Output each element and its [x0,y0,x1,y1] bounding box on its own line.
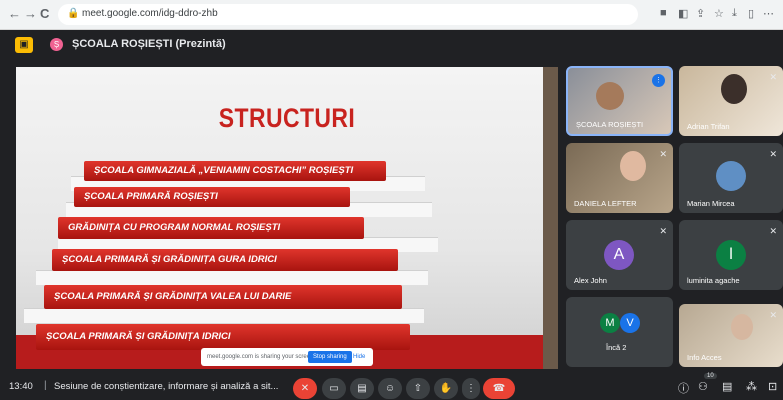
separator: | [44,380,47,391]
hide-button[interactable]: Hide [353,348,365,366]
download-icon[interactable]: ⤓ [732,7,737,20]
participant-avatar: A [604,240,634,270]
presenter-title: ȘCOALA ROȘIEȘTI (Prezintă) [72,38,226,50]
participant-count-badge: 10 [704,373,717,379]
mic-off-icon: ✕ [769,226,777,236]
back-icon[interactable]: ← [8,6,21,22]
extensions-icon[interactable]: ⋯ [763,7,774,20]
participant-tile[interactable]: ✕ DANIELA LEFTER [566,143,673,213]
participant-tile[interactable]: A ✕ Alex John [566,220,673,290]
mic-off-icon: ✕ [769,149,777,159]
presenter-avatar: Ș [50,38,63,51]
raise-hand-button[interactable]: ✋ [434,378,458,399]
participant-name: Alex John [574,276,607,285]
people-icon[interactable]: ⚇ [698,380,708,393]
participant-tile[interactable]: ✕ Info Acces [679,304,783,367]
leave-call-button[interactable]: ☎ [483,378,515,399]
bookmark-star-icon[interactable]: ☆ [714,7,724,20]
meeting-name: Sesiune de conștientizare, informare și … [54,381,279,392]
participant-name: luminita agache [687,276,740,285]
emoji-button[interactable]: ☺ [378,378,402,399]
reload-icon[interactable]: C [40,6,49,22]
meeting-time: 13:40 [9,381,33,392]
structure-step: ȘCOALA PRIMARĂ ȘI GRĂDINIȚA VALEA LUI DA… [44,285,402,309]
window-icon[interactable]: ▯ [748,7,754,20]
participant-name: ȘCOALA ROȘIEȘTI [576,120,644,129]
activities-icon[interactable]: ⁂ [746,380,757,393]
stop-sharing-button[interactable]: Stop sharing [308,351,352,363]
participant-name: Info Acces [687,353,722,362]
participant-avatar: M [600,313,620,333]
structure-step: ȘCOALA PRIMARĂ ȘI GRĂDINIȚA GURA IDRICI [52,249,398,271]
structure-step: ȘCOALA GIMNAZIALĂ „VENIAMIN COSTACHI” RO… [84,161,386,181]
participant-name: Marian Mircea [687,199,735,208]
slide-title: STRUCTURI [218,103,356,133]
more-options-button[interactable]: ⋮ [462,378,480,399]
sharing-notification: meet.google.com is sharing your screen. … [201,348,373,366]
more-participants-tile[interactable]: M V Încă 2 [566,297,673,367]
mic-off-button[interactable]: ✕ [293,378,317,399]
captions-button[interactable]: ▤ [350,378,374,399]
present-button[interactable]: ⇧ [406,378,430,399]
participant-tile[interactable]: ✕ Marian Mircea [679,143,783,213]
stair-ledge [36,270,428,285]
participant-video [620,151,646,181]
structure-step: GRĂDINIȚA CU PROGRAM NORMAL ROȘIEȘTI [58,217,364,239]
sharing-message: meet.google.com is sharing your screen. [207,354,316,360]
participant-video [721,74,747,104]
more-participants-label: Încă 2 [606,343,627,352]
mic-off-icon: ✕ [659,226,667,236]
host-controls-icon[interactable]: ⊡ [768,380,777,393]
speaking-indicator-icon: ⋮ [652,74,665,87]
participant-name: DANIELA LEFTER [574,199,637,208]
mic-off-icon: ✕ [659,149,667,159]
shared-slide: STRUCTURI ȘCOALA GIMNAZIALĂ „VENIAMIN CO… [16,67,558,369]
browser-toolbar: ← → C 🔒 meet.google.com/idg-ddro-zhb ■ ◧… [0,0,783,30]
participant-name: Adrian Trifan [687,122,730,131]
participant-tile[interactable]: ✕ Adrian Trifan [679,66,783,136]
participant-video [731,314,753,340]
participant-video [596,82,624,110]
participant-tile[interactable]: ⋮ ȘCOALA ROȘIEȘTI [566,66,673,136]
participant-avatar: V [620,313,640,333]
forward-icon[interactable]: → [24,6,37,22]
mic-off-icon: ✕ [769,72,777,82]
address-bar[interactable]: 🔒 meet.google.com/idg-ddro-zhb [58,4,638,25]
stair-ledge [24,308,424,323]
mic-off-icon: ✕ [769,310,777,320]
structure-step: ȘCOALA PRIMARĂ ROȘIEȘTI [74,187,350,207]
structure-step: ȘCOALA PRIMARĂ ȘI GRĂDINIȚA IDRICI [36,324,410,350]
translate-icon[interactable]: ◧ [678,7,688,20]
slide-edge [543,67,558,369]
url-text[interactable]: meet.google.com/idg-ddro-zhb [82,8,218,19]
camera-permission-icon[interactable]: ■ [660,7,667,19]
share-icon[interactable]: ⇪ [696,7,705,20]
presenting-icon[interactable]: ▣ [15,37,33,53]
participant-avatar: l [716,240,746,270]
lock-icon: 🔒 [67,8,80,19]
participant-tile[interactable]: l ✕ luminita agache [679,220,783,290]
info-icon[interactable]: ⓘ [678,380,689,396]
participant-avatar [716,161,746,191]
chat-icon[interactable]: ▤ [722,380,732,393]
camera-button[interactable]: ▭ [322,378,346,399]
